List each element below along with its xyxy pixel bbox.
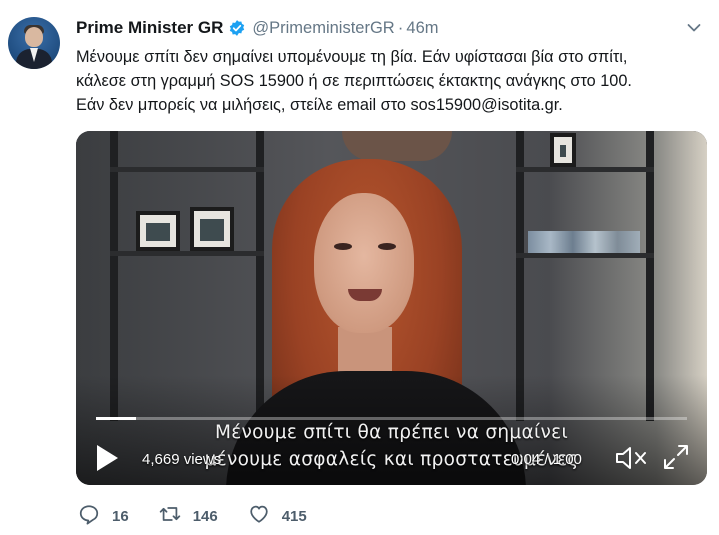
verified-badge-icon (228, 19, 246, 37)
retweet-icon (159, 503, 181, 529)
avatar[interactable] (8, 17, 60, 69)
reply-icon (78, 503, 100, 529)
person-eye (334, 243, 352, 250)
tweet: Prime Minister GR @PrimeministerGR · 46m… (0, 0, 719, 535)
separator-dot: · (397, 18, 404, 37)
like-count: 415 (281, 507, 307, 525)
retweet-count: 146 (192, 507, 218, 525)
person-eye (378, 243, 396, 250)
person-face (314, 193, 414, 333)
handle[interactable]: @PrimeministerGR (252, 19, 394, 38)
progress-fill (96, 417, 136, 420)
subtitle-line: Μένουμε σπίτι θα πρέπει να σημαίνει (214, 422, 569, 443)
tweet-text-line: Μένουμε σπίτι δεν σημαίνει υπομένουμε τη… (76, 48, 628, 66)
tweet-actions: 16 146 415 (78, 504, 337, 528)
picture-frame (550, 133, 576, 167)
play-icon[interactable] (94, 443, 120, 473)
tweet-text-line: Εάν δεν μπορείς να μιλήσεις, στείλε emai… (76, 96, 563, 114)
bowl (342, 131, 452, 161)
shelf (516, 167, 654, 172)
reply-count: 16 (112, 507, 129, 525)
reply-button[interactable]: 16 (78, 503, 129, 529)
picture-frame (136, 211, 180, 251)
shelf (516, 253, 654, 258)
display-name[interactable]: Prime Minister GR (76, 18, 223, 38)
picture-frame (190, 207, 234, 251)
retweet-button[interactable]: 146 (159, 503, 218, 529)
books (528, 231, 640, 253)
tweet-text: Μένουμε σπίτι δεν σημαίνει υπομένουμε τη… (76, 45, 701, 117)
shelf (110, 251, 264, 256)
timecode: 0:04 / 1:00 (511, 451, 582, 468)
chevron-down-icon[interactable] (687, 20, 701, 32)
tweet-text-line: κάλεσε στη γραμμή SOS 15900 ή σε περιπτώ… (76, 72, 632, 90)
like-button[interactable]: 415 (248, 503, 307, 529)
timestamp[interactable]: 46m (406, 19, 438, 38)
view-count: 4,669 views (142, 451, 222, 468)
heart-icon (248, 503, 270, 529)
progress-bar[interactable] (96, 417, 687, 420)
avatar-head (25, 27, 43, 47)
muted-speaker-icon[interactable] (614, 445, 648, 471)
tweet-header: Prime Minister GR @PrimeministerGR · 46m (76, 16, 439, 40)
fullscreen-icon[interactable] (662, 443, 690, 471)
video-player[interactable]: Μένουμε σπίτι θα πρέπει να σημαίνει μένο… (76, 131, 707, 485)
shelf (110, 167, 264, 172)
